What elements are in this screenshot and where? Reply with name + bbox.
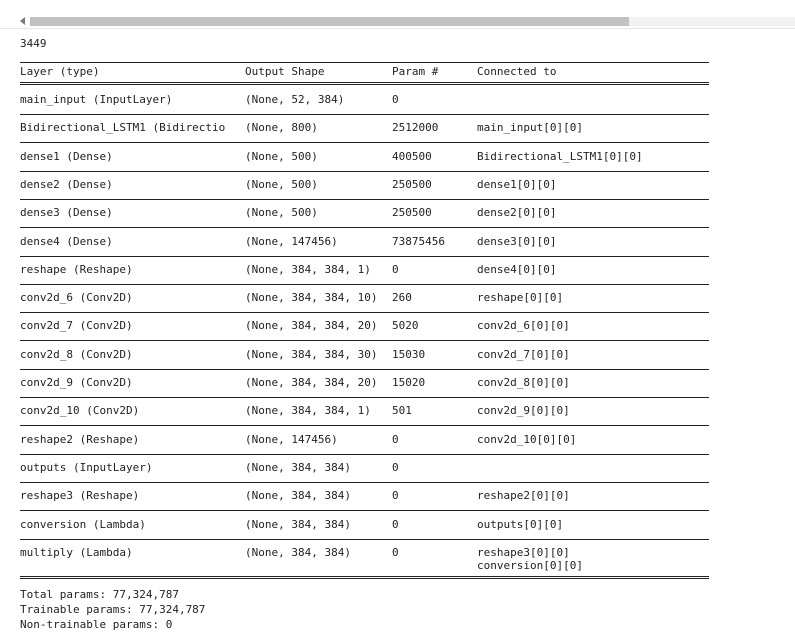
connected-to: outputs[0][0] xyxy=(477,518,564,531)
layer-name: conv2d_7 (Conv2D) xyxy=(20,319,133,332)
connected-to: conversion[0][0] xyxy=(477,559,583,572)
param-count: 400500 xyxy=(392,150,432,163)
layer-name: reshape2 (Reshape) xyxy=(20,433,140,446)
output-shape: (None, 52, 384) xyxy=(245,93,345,106)
row-separator xyxy=(20,171,709,172)
connected-to: reshape3[0][0] xyxy=(477,546,570,559)
output-shape: (None, 384, 384) xyxy=(245,461,351,474)
connected-to: dense3[0][0] xyxy=(477,235,557,248)
connected-to: conv2d_9[0][0] xyxy=(477,404,570,417)
layer-name: dense3 (Dense) xyxy=(20,206,113,219)
layer-name: dense4 (Dense) xyxy=(20,235,113,248)
output-shape: (None, 500) xyxy=(245,178,318,191)
output-shape: (None, 500) xyxy=(245,150,318,163)
layer-name: reshape3 (Reshape) xyxy=(20,489,140,502)
frame-divider xyxy=(0,28,795,29)
layer-name: outputs (InputLayer) xyxy=(20,461,153,474)
connected-to: dense1[0][0] xyxy=(477,178,557,191)
row-separator xyxy=(20,425,709,426)
connected-to: reshape[0][0] xyxy=(477,291,564,304)
output-shape: (None, 384, 384, 20) xyxy=(245,319,378,332)
param-count: 0 xyxy=(392,263,399,276)
output-shape: (None, 500) xyxy=(245,206,318,219)
header-rule-top xyxy=(20,62,709,63)
connected-to: main_input[0][0] xyxy=(477,121,583,134)
output-shape: (None, 800) xyxy=(245,121,318,134)
row-separator xyxy=(20,454,709,455)
output-shape: (None, 384, 384) xyxy=(245,518,351,531)
row-separator xyxy=(20,397,709,398)
row-separator xyxy=(20,312,709,313)
output-shape: (None, 384, 384) xyxy=(245,546,351,559)
row-separator xyxy=(20,482,709,483)
header-output-shape: Output Shape xyxy=(245,65,325,78)
param-count: 0 xyxy=(392,93,399,106)
connected-to: conv2d_10[0][0] xyxy=(477,433,577,446)
connected-to: reshape2[0][0] xyxy=(477,489,570,502)
layer-name: main_input (InputLayer) xyxy=(20,93,173,106)
param-count: 250500 xyxy=(392,206,432,219)
non-trainable-params: Non-trainable params: 0 xyxy=(20,618,173,631)
output-counter: 3449 xyxy=(20,37,47,50)
row-separator xyxy=(20,539,709,540)
output-shape: (None, 384, 384) xyxy=(245,489,351,502)
connected-to: conv2d_6[0][0] xyxy=(477,319,570,332)
output-shape: (None, 147456) xyxy=(245,235,338,248)
param-count: 0 xyxy=(392,433,399,446)
param-count: 15020 xyxy=(392,376,426,389)
connected-to: conv2d_8[0][0] xyxy=(477,376,570,389)
layer-name: conv2d_9 (Conv2D) xyxy=(20,376,133,389)
row-separator xyxy=(20,114,709,115)
row-separator xyxy=(20,284,709,285)
layer-name: conv2d_10 (Conv2D) xyxy=(20,404,140,417)
param-count: 0 xyxy=(392,546,399,559)
connected-to: conv2d_7[0][0] xyxy=(477,348,570,361)
trainable-params: Trainable params: 77,324,787 xyxy=(20,603,206,616)
param-count: 501 xyxy=(392,404,412,417)
layer-name: dense1 (Dense) xyxy=(20,150,113,163)
connected-to: Bidirectional_LSTM1[0][0] xyxy=(477,150,643,163)
horizontal-scrollbar-thumb[interactable] xyxy=(30,17,629,26)
row-separator xyxy=(20,510,709,511)
connected-to: dense4[0][0] xyxy=(477,263,557,276)
row-separator xyxy=(20,227,709,228)
output-shape: (None, 384, 384, 20) xyxy=(245,376,378,389)
output-shape: (None, 384, 384, 1) xyxy=(245,404,371,417)
layer-name: conv2d_8 (Conv2D) xyxy=(20,348,133,361)
output-shape: (None, 147456) xyxy=(245,433,338,446)
param-count: 2512000 xyxy=(392,121,439,134)
param-count: 250500 xyxy=(392,178,432,191)
total-params: Total params: 77,324,787 xyxy=(20,588,179,601)
param-count: 260 xyxy=(392,291,412,304)
layer-name: reshape (Reshape) xyxy=(20,263,133,276)
row-separator xyxy=(20,199,709,200)
layer-name: multiply (Lambda) xyxy=(20,546,133,559)
param-count: 73875456 xyxy=(392,235,445,248)
param-count: 15030 xyxy=(392,348,426,361)
layer-name: Bidirectional_LSTM1 (Bidirectio xyxy=(20,121,226,134)
param-count: 5020 xyxy=(392,319,419,332)
param-count: 0 xyxy=(392,461,399,474)
output-shape: (None, 384, 384, 1) xyxy=(245,263,371,276)
param-count: 0 xyxy=(392,518,399,531)
header-layer: Layer (type) xyxy=(20,65,100,78)
row-separator xyxy=(20,142,709,143)
layer-name: conv2d_6 (Conv2D) xyxy=(20,291,133,304)
table-rule-double xyxy=(20,576,709,579)
header-params: Param # xyxy=(392,65,439,78)
header-rule-double xyxy=(20,82,709,85)
layer-name: dense2 (Dense) xyxy=(20,178,113,191)
row-separator xyxy=(20,256,709,257)
output-shape: (None, 384, 384, 10) xyxy=(245,291,378,304)
row-separator xyxy=(20,369,709,370)
layer-name: conversion (Lambda) xyxy=(20,518,146,531)
header-connected-to: Connected to xyxy=(477,65,557,78)
output-shape: (None, 384, 384, 30) xyxy=(245,348,378,361)
connected-to: dense2[0][0] xyxy=(477,206,557,219)
output-frame-top xyxy=(0,0,795,30)
scroll-left-arrow-icon[interactable] xyxy=(20,17,25,25)
param-count: 0 xyxy=(392,489,399,502)
row-separator xyxy=(20,340,709,341)
